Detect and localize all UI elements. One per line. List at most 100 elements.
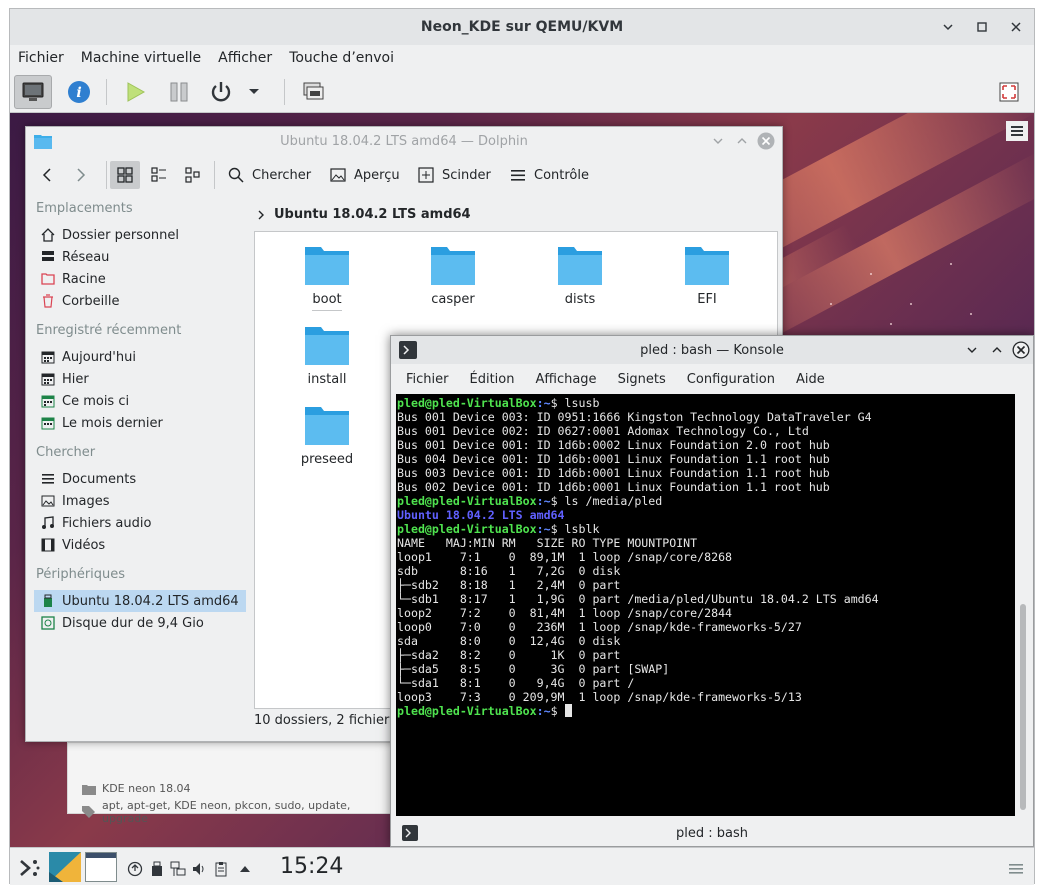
menu-affichage[interactable]: Affichage: [535, 372, 596, 387]
breadcrumb[interactable]: Ubuntu 18.04.2 LTS amd64: [256, 207, 471, 222]
place-last-month[interactable]: Le mois dernier: [34, 412, 246, 434]
place-label: Aujourd'hui: [62, 349, 136, 365]
chevron-up-icon[interactable]: [237, 861, 253, 877]
place-yesterday[interactable]: Hier: [34, 368, 246, 390]
fullscreen-button[interactable]: [990, 75, 1028, 109]
documents-icon: [40, 471, 56, 487]
taskbar: 15:24: [10, 847, 1034, 885]
minimize-icon[interactable]: [938, 17, 958, 37]
menu-afficher[interactable]: Afficher: [218, 50, 272, 66]
folder-item[interactable]: EFI: [657, 244, 757, 307]
menu-signets[interactable]: Signets: [618, 372, 666, 387]
control-button[interactable]: Contrôle: [510, 161, 589, 189]
maximize-icon[interactable]: [972, 17, 992, 37]
terminal-tab-icon[interactable]: [402, 825, 418, 841]
folder-item[interactable]: install: [277, 324, 377, 387]
image-icon: [40, 493, 56, 509]
menu-configuration[interactable]: Configuration: [687, 372, 775, 387]
volume-icon[interactable]: [191, 861, 207, 877]
place-trash[interactable]: Corbeille: [34, 290, 246, 312]
place-device-ubuntu[interactable]: Ubuntu 18.04.2 LTS amd64: [34, 590, 246, 612]
back-button[interactable]: [40, 161, 62, 189]
minimize-icon[interactable]: [966, 344, 978, 356]
icons-view-icon: [117, 167, 133, 183]
calendar-icon: [40, 371, 56, 387]
minimize-icon[interactable]: [712, 135, 724, 147]
network-icon[interactable]: [170, 861, 186, 877]
info-icon: i: [68, 81, 90, 103]
home-icon: [40, 227, 56, 243]
svg-text:i: i: [76, 85, 81, 101]
folder-item[interactable]: preseed: [277, 404, 377, 467]
folder-icon: [685, 247, 729, 285]
place-device-disk[interactable]: Disque dur de 9,4 Gio: [34, 612, 246, 634]
desktop-menu-icon[interactable]: [1006, 121, 1028, 141]
split-button[interactable]: Scinder: [418, 161, 491, 189]
place-label: Hier: [62, 371, 89, 387]
folder-item[interactable]: dists: [530, 244, 630, 307]
preview-button[interactable]: Aperçu: [330, 161, 400, 189]
qemu-titlebar[interactable]: Neon_KDE sur QEMU/KVM: [10, 9, 1034, 45]
search-button[interactable]: Chercher: [228, 161, 311, 189]
place-this-month[interactable]: Ce mois ci: [34, 390, 246, 412]
folder-item[interactable]: boot: [277, 244, 377, 311]
shutdown-button[interactable]: [202, 75, 240, 109]
place-today[interactable]: Aujourd'hui: [34, 346, 246, 368]
music-icon: [40, 515, 56, 531]
clipboard-icon[interactable]: [213, 861, 229, 877]
app-launcher-button[interactable]: [16, 856, 42, 880]
terminal-scrollbar[interactable]: [1020, 604, 1026, 810]
run-button[interactable]: [116, 75, 154, 109]
shutdown-menu-button[interactable]: [242, 75, 266, 109]
folder-label: install: [307, 372, 347, 387]
place-root[interactable]: Racine: [34, 268, 246, 290]
icons-view-button[interactable]: [110, 161, 140, 189]
menu-aide[interactable]: Aide: [796, 372, 825, 387]
place-videos[interactable]: Vidéos: [34, 534, 246, 556]
panel-menu-icon[interactable]: [1008, 861, 1024, 877]
menu-machine-virtuelle[interactable]: Machine virtuelle: [81, 50, 201, 66]
terminal-line: ├─sdb2 8:18 1 2,4M 0 part: [397, 578, 621, 592]
console-button[interactable]: [14, 75, 52, 109]
usb-device-icon[interactable]: [149, 861, 165, 877]
place-network[interactable]: Réseau: [34, 246, 246, 268]
menu-touche-envoi[interactable]: Touche d’envoi: [289, 50, 394, 66]
place-images[interactable]: Images: [34, 490, 246, 512]
place-documents[interactable]: Documents: [34, 468, 246, 490]
terminal-output[interactable]: pled@pled-VirtualBox:~$ lsusb Bus 001 De…: [396, 394, 1015, 816]
place-audio[interactable]: Fichiers audio: [34, 512, 246, 534]
dolphin-titlebar[interactable]: Ubuntu 18.04.2 LTS amd64 — Dolphin: [26, 127, 782, 155]
compact-view-button[interactable]: [148, 161, 170, 189]
details-button[interactable]: i: [60, 75, 98, 109]
folder-label: preseed: [300, 452, 354, 467]
terminal-line: └─sda1 8:1 0 9,4G 0 part /: [397, 676, 635, 690]
guest-desktop[interactable]: KDE neon 18.04 apt, apt-get, KDE neon, p…: [10, 113, 1034, 847]
folder-label: EFI: [697, 292, 717, 307]
dolphin-app-icon: [34, 135, 52, 149]
menu-fichier[interactable]: Fichier: [406, 372, 449, 387]
details-view-button[interactable]: [182, 161, 204, 189]
clock[interactable]: 15:24: [280, 854, 343, 879]
terminal-line: loop2 7:2 0 81,4M 1 loop /snap/core/2844: [397, 606, 733, 620]
taskbar-task-window[interactable]: [85, 852, 117, 882]
close-icon[interactable]: [757, 132, 775, 150]
konsole-titlebar[interactable]: pled : bash — Konsole: [391, 336, 1033, 364]
close-icon[interactable]: [1012, 341, 1030, 359]
snapshots-button[interactable]: [294, 75, 332, 109]
place-home[interactable]: Dossier personnel: [34, 224, 246, 246]
menu-fichier[interactable]: Fichier: [18, 50, 64, 66]
menu-edition[interactable]: Édition: [470, 372, 515, 387]
konsole-tab-label[interactable]: pled : bash: [676, 826, 748, 841]
maximize-icon[interactable]: [736, 135, 748, 147]
update-icon[interactable]: [127, 861, 143, 877]
close-icon[interactable]: [1006, 17, 1026, 37]
status-bar: 10 dossiers, 2 fichiers (: [254, 713, 406, 728]
forward-button[interactable]: [74, 161, 96, 189]
terminal-line: Bus 002 Device 001: ID 1d6b:0001 Linux F…: [397, 480, 830, 494]
maximize-icon[interactable]: [991, 344, 1003, 356]
folder-item[interactable]: casper: [403, 244, 503, 307]
control-label: Contrôle: [534, 167, 589, 183]
terminal-line: pled@pled-VirtualBox:~$ lsusb: [397, 396, 600, 410]
pause-button[interactable]: [160, 75, 198, 109]
taskbar-task-discover[interactable]: [49, 852, 81, 882]
